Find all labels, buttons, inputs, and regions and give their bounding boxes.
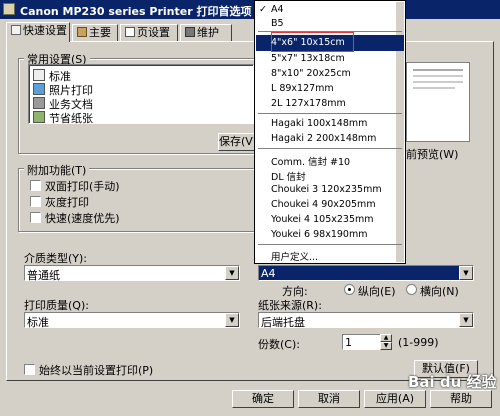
dropdown-item[interactable]: Comm. 信封 #10: [271, 154, 350, 168]
portrait-label: 纵向(E): [358, 285, 396, 298]
dropdown-item[interactable]: Hagaki 2 200x148mm: [271, 133, 376, 144]
dropdown-item[interactable]: Youkei 4 105x235mm: [271, 214, 374, 225]
dropdown-item[interactable]: B5: [271, 18, 284, 29]
print-quality-label: 打印质量(Q):: [24, 299, 89, 312]
window-title: Canon MP230 series Printer 打印首选项: [20, 5, 252, 18]
cancel-button[interactable]: 取消: [298, 390, 360, 408]
title-bar[interactable]: Canon MP230 series Printer 打印首选项: [0, 0, 500, 19]
dropdown-item[interactable]: Choukei 3 120x235mm: [271, 184, 382, 195]
chevron-down-icon[interactable]: ▼: [225, 266, 239, 280]
dropdown-item[interactable]: Choukei 4 90x205mm: [271, 199, 376, 210]
page-setup-icon: [125, 27, 135, 37]
dropdown-item[interactable]: Hagaki 100x148mm: [271, 118, 367, 129]
portrait-radio[interactable]: [344, 284, 355, 295]
paper-source-label: 纸张来源(R):: [258, 299, 322, 312]
media-type-value: 普通纸: [27, 269, 60, 282]
grayscale-checkbox[interactable]: [30, 196, 41, 207]
paper-size-select[interactable]: A4 ▼: [258, 265, 474, 281]
check-icon: ✓: [259, 4, 267, 15]
maintenance-icon: [185, 27, 195, 37]
printer-icon: [3, 3, 15, 15]
paper-source-select[interactable]: 后端托盘 ▼: [258, 312, 474, 329]
media-type-label: 介质类型(Y):: [24, 252, 88, 265]
always-print-current-label: 始终以当前设置打印(P): [39, 364, 154, 377]
dropdown-item[interactable]: 4"x6" 10x15cm: [271, 37, 345, 48]
apply-button[interactable]: 应用(A): [364, 390, 426, 408]
copies-value: 1: [345, 336, 352, 349]
dropdown-item[interactable]: DL 信封: [271, 169, 306, 183]
help-button[interactable]: 帮助: [430, 390, 492, 408]
tab-maintenance-label: 维护: [197, 26, 219, 39]
tab-quick-setup[interactable]: 快速设置: [6, 22, 70, 42]
duplex-checkbox[interactable]: [30, 180, 41, 191]
print-quality-value: 标准: [27, 316, 49, 329]
fast-mode-checkbox[interactable]: [30, 212, 41, 223]
dropdown-item[interactable]: L 89x127mm: [271, 83, 334, 94]
chevron-down-icon[interactable]: ▼: [459, 266, 473, 280]
always-print-current-checkbox[interactable]: [24, 364, 35, 375]
dropdown-separator: [258, 113, 402, 114]
dropdown-separator: [258, 148, 402, 149]
save-paper-icon: [33, 111, 45, 123]
dropdown-item[interactable]: A4: [271, 4, 284, 15]
dropdown-item[interactable]: 2L 127x178mm: [271, 98, 346, 109]
dropdown-item[interactable]: Youkei 6 98x190mm: [271, 229, 367, 240]
paper-size-value: A4: [261, 267, 276, 280]
main-tab-icon: [77, 27, 87, 37]
chevron-down-icon[interactable]: ▼: [459, 313, 473, 327]
standard-preset-icon: [33, 69, 45, 81]
paper-size-dropdown[interactable]: ✓ A4 B5 4"x6" 10x15cm 5"x7" 13x18cm 8"x1…: [254, 0, 406, 264]
tab-page-setup[interactable]: 页设置: [120, 24, 178, 41]
save-button[interactable]: 保存(V): [218, 133, 257, 151]
paper-source-value: 后端托盘: [261, 316, 305, 329]
print-quality-select[interactable]: 标准 ▼: [24, 312, 240, 329]
tab-main-label: 主要: [89, 26, 111, 39]
tab-quick-setup-label: 快速设置: [23, 24, 67, 37]
printer-preferences-window: Canon MP230 series Printer 打印首选项 快速设置 主要…: [0, 0, 500, 416]
additional-features-label: 附加功能(T): [24, 162, 90, 178]
dropdown-item[interactable]: 8"x10" 20x25cm: [271, 68, 351, 79]
spin-up-icon[interactable]: ▲: [380, 334, 392, 342]
dropdown-item[interactable]: 用户定义...: [271, 249, 318, 263]
landscape-label: 横向(N): [420, 285, 459, 298]
baidu-watermark: Bai du 经验: [408, 373, 497, 391]
grayscale-label: 灰度打印: [45, 196, 89, 209]
tab-maintenance[interactable]: 维护: [180, 24, 232, 41]
chevron-down-icon[interactable]: ▼: [225, 313, 239, 327]
preview-checkbox-label[interactable]: 前预览(W): [406, 146, 458, 162]
media-type-select[interactable]: 普通纸 ▼: [24, 265, 240, 282]
list-item-label: 节省纸张: [49, 112, 93, 125]
ok-button[interactable]: 确定: [232, 390, 294, 408]
dropdown-item[interactable]: 5"x7" 13x18cm: [271, 53, 345, 64]
print-preview-image: [406, 62, 470, 142]
business-doc-icon: [33, 97, 45, 109]
photo-preset-icon: [33, 83, 45, 95]
spin-down-icon[interactable]: ▼: [380, 342, 392, 350]
landscape-radio[interactable]: [406, 284, 417, 295]
tab-main[interactable]: 主要: [72, 24, 118, 41]
common-settings-list[interactable]: 标准 照片打印 业务文档 节省纸张: [28, 64, 254, 125]
tab-page-setup-label: 页设置: [137, 26, 170, 39]
quick-setup-icon: [11, 25, 21, 35]
duplex-label: 双面打印(手动): [45, 180, 120, 193]
copies-range: (1-999): [398, 336, 439, 349]
dropdown-separator: [258, 244, 402, 245]
copies-label: 份数(C):: [258, 338, 300, 351]
fast-mode-label: 快速(速度优先): [45, 212, 120, 225]
